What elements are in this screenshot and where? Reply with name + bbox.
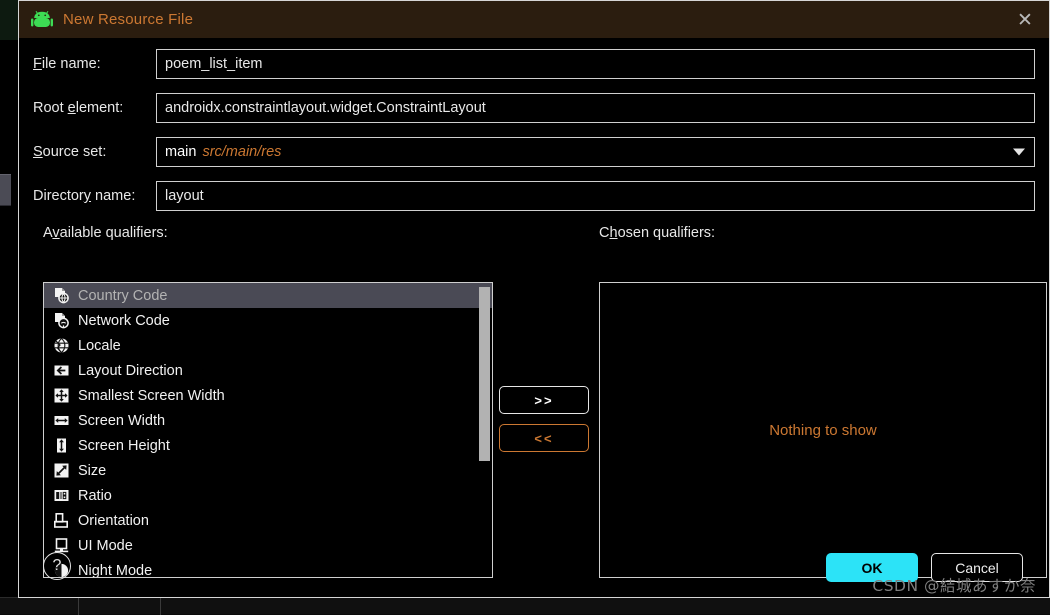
label-root-element-text: lement: [76,100,124,116]
label-available-mnemonic: v [52,225,59,241]
label-directory-name: Directory name: [33,188,156,204]
help-icon[interactable]: ? [43,552,71,580]
label-chosen-qualifiers: Chosen qualifiers: [599,225,715,241]
country-code-icon [53,287,70,304]
available-qualifiers-list[interactable]: Country Code Network Code Locale Layout Dir… [43,282,493,578]
qualifier-list-item-label: Screen Height [78,438,170,454]
label-file-name-mnemonic: F [33,56,42,72]
new-resource-file-dialog: New Resource File ✕ File name: poem_list… [18,0,1050,598]
available-list-scrollbar[interactable] [478,284,491,578]
label-source-set-text: ource set: [43,144,107,160]
source-set-combobox[interactable]: main src/main/res [156,137,1035,167]
source-set-path: src/main/res [202,144,281,160]
form-row-file-name: File name: poem_list_item [33,49,1035,79]
label-root-element-pre: Root [33,100,68,116]
dialog-title: New Resource File [63,11,193,28]
remove-qualifier-button[interactable]: << [499,424,589,452]
label-directory-name-pre: Director [33,188,84,204]
directory-name-input[interactable]: layout [156,181,1035,211]
status-bar-divider [78,598,79,615]
qualifier-list-item-label: Network Code [78,313,170,329]
form-row-directory-name: Directory name: layout [33,181,1035,211]
chosen-qualifiers-list[interactable]: Nothing to show [599,282,1047,578]
arrow-diagonal-icon [53,462,70,479]
globe-icon [53,337,70,354]
qualifier-list-item[interactable]: Screen Height [44,433,492,458]
label-available-pre: A [43,225,52,241]
root-element-input[interactable]: androidx.constraintlayout.widget.Constra… [156,93,1035,123]
source-set-value: main [165,144,196,160]
dialog-title-bar: New Resource File ✕ [19,1,1049,39]
qualifier-list-item[interactable]: Orientation [44,508,492,533]
label-directory-name-mnemonic: y [84,188,91,204]
qualifier-list-item[interactable]: Smallest Screen Width [44,383,492,408]
label-source-set: Source set: [33,144,156,160]
form-row-source-set: Source set: main src/main/res [33,137,1035,167]
background-status-bar [0,597,1050,614]
status-bar-divider [160,598,161,615]
label-root-element: Root element: [33,100,156,116]
qualifier-list-item[interactable]: Country Code [44,283,492,308]
android-robot-icon [31,11,53,29]
ratio-icon [53,487,70,504]
qualifier-list-item[interactable]: Layout Direction [44,358,492,383]
qualifier-list-item[interactable]: Ratio [44,483,492,508]
add-qualifier-button[interactable]: >> [499,386,589,414]
arrow-horizontal-icon [53,412,70,429]
available-list-scrollbar-thumb[interactable] [479,287,490,461]
arrow-vertical-icon [53,437,70,454]
qualifier-list-item-label: Locale [78,338,121,354]
label-available-qualifiers: Available qualifiers: [43,225,168,241]
label-root-element-mnemonic: e [68,100,76,116]
background-left-strip [0,0,18,40]
dialog-body: File name: poem_list_item Root element: … [19,39,1049,545]
qualifier-list-item[interactable]: Locale [44,333,492,358]
background-tool-tab[interactable] [0,174,11,206]
qualifier-list-item-label: Country Code [78,288,167,304]
chosen-empty-message: Nothing to show [769,422,877,439]
label-chosen-pre: C [599,225,609,241]
qualifier-list-item-label: Ratio [78,488,112,504]
chevron-down-icon[interactable] [1013,149,1025,156]
label-chosen-post: osen qualifiers: [618,225,716,241]
file-name-input[interactable]: poem_list_item [156,49,1035,79]
qualifier-list-item[interactable]: Network Code [44,308,492,333]
network-code-icon [53,312,70,329]
qualifier-list-item-label: Screen Width [78,413,165,429]
orientation-icon [53,512,70,529]
dialog-footer: ? OK Cancel [19,545,1049,597]
qualifier-list-item-label: Layout Direction [78,363,183,379]
label-file-name-text: ile name: [42,56,101,72]
cancel-button[interactable]: Cancel [931,553,1023,582]
arrow-left-icon [53,362,70,379]
qualifier-list-item-label: Size [78,463,106,479]
close-icon[interactable]: ✕ [1001,1,1049,39]
label-directory-name-text: name: [91,188,135,204]
qualifier-list-item-label: Orientation [78,513,149,529]
qualifier-list-item-label: Smallest Screen Width [78,388,225,404]
label-available-post: ailable qualifiers: [60,225,168,241]
available-qualifiers-items: Country Code Network Code Locale Layout Dir… [44,283,492,578]
ok-button[interactable]: OK [826,553,918,582]
form-row-root-element: Root element: androidx.constraintlayout.… [33,93,1035,123]
label-source-set-mnemonic: S [33,144,43,160]
qualifier-list-item[interactable]: Screen Width [44,408,492,433]
label-chosen-mnemonic: h [609,225,617,241]
four-way-arrow-icon [53,387,70,404]
label-file-name: File name: [33,56,156,72]
qualifier-list-item[interactable]: Size [44,458,492,483]
